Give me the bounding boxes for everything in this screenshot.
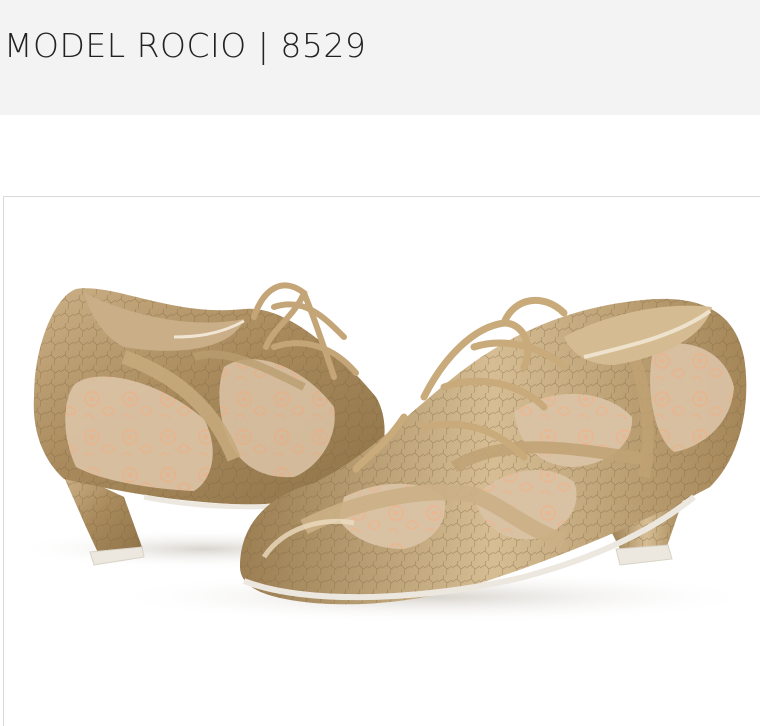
page-title: MODEL ROCIO | 8529 bbox=[4, 26, 367, 65]
shoes-illustration bbox=[14, 282, 760, 623]
page-header: MODEL ROCIO | 8529 bbox=[0, 0, 760, 115]
product-image bbox=[3, 196, 760, 726]
